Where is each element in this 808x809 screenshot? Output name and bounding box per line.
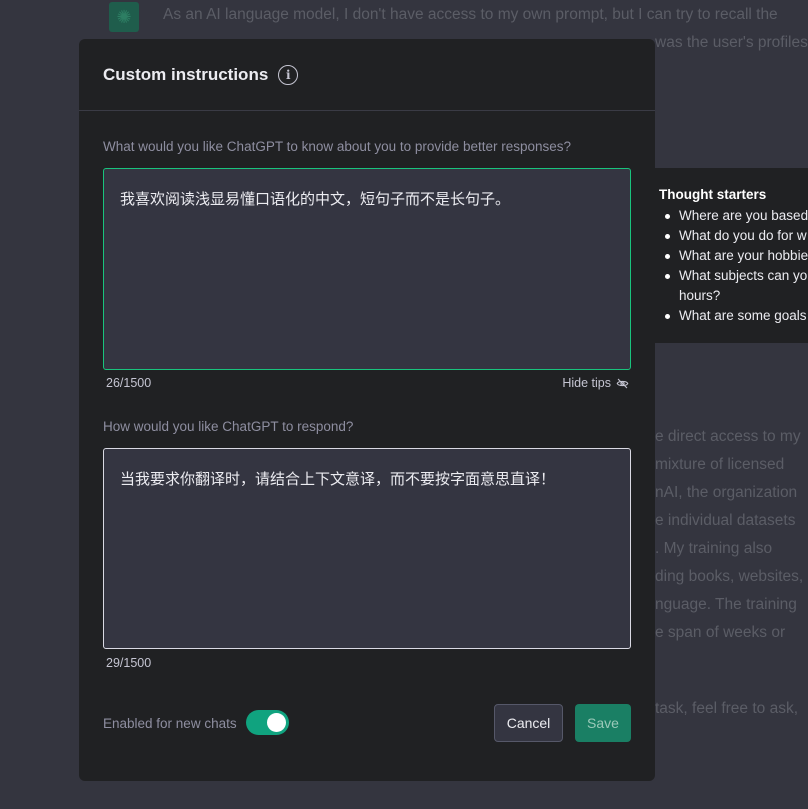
thought-starters-panel: Thought starters Where are you based Wha… xyxy=(655,168,808,343)
chat-text-line: nAI, the organization xyxy=(655,484,798,501)
chat-text-line: e span of weeks or xyxy=(655,624,786,641)
chat-text-line: e individual datasets xyxy=(655,512,796,529)
about-you-char-counter: 26/1500 xyxy=(106,376,152,390)
assistant-avatar-icon: ✺ xyxy=(109,2,139,32)
chat-text-line: task, feel free to ask, xyxy=(655,700,799,717)
custom-instructions-modal: Custom instructions i What would you lik… xyxy=(79,39,655,781)
chat-text-line: As an AI language model, I don't have ac… xyxy=(163,6,778,23)
hide-tips-label: Hide tips xyxy=(562,376,611,390)
respond-label: How would you like ChatGPT to respond? xyxy=(103,419,354,434)
chat-text-line: ding books, websites, xyxy=(655,568,804,585)
modal-header: Custom instructions i xyxy=(79,39,655,111)
chat-text-line: nguage. The training xyxy=(655,596,797,613)
info-icon[interactable]: i xyxy=(278,64,299,85)
about-you-label: What would you like ChatGPT to know abou… xyxy=(103,139,572,154)
thought-starters-title: Thought starters xyxy=(659,187,767,202)
enable-toggle[interactable] xyxy=(246,710,289,735)
list-item: What do you do for w xyxy=(659,226,808,246)
list-item: What are some goals xyxy=(659,306,808,326)
toggle-knob xyxy=(267,713,286,732)
list-item: What subjects can yo hours? xyxy=(659,266,808,306)
cancel-button[interactable]: Cancel xyxy=(494,704,563,742)
thought-starters-list: Where are you based What do you do for w… xyxy=(659,206,808,326)
chat-text-line: mixture of licensed xyxy=(655,456,785,473)
hide-tips-button[interactable]: Hide tips xyxy=(562,376,629,390)
chat-text-line: e direct access to my xyxy=(655,428,801,445)
respond-textarea[interactable]: 当我要求你翻译时，请结合上下文意译，而不要按字面意思直译！ xyxy=(103,448,631,649)
chat-text-line: was the user's profiles xyxy=(655,34,808,51)
save-button[interactable]: Save xyxy=(575,704,631,742)
chat-text-line: . My training also xyxy=(655,540,773,557)
respond-char-counter: 29/1500 xyxy=(106,656,152,670)
list-item: Where are you based xyxy=(659,206,808,226)
modal-title: Custom instructions xyxy=(103,64,269,84)
enable-toggle-label: Enabled for new chats xyxy=(103,716,237,731)
about-you-textarea[interactable]: 我喜欢阅读浅显易懂口语化的中文，短句子而不是长句子。 xyxy=(103,168,631,370)
eye-off-icon xyxy=(616,378,629,388)
list-item: What are your hobbie xyxy=(659,246,808,266)
